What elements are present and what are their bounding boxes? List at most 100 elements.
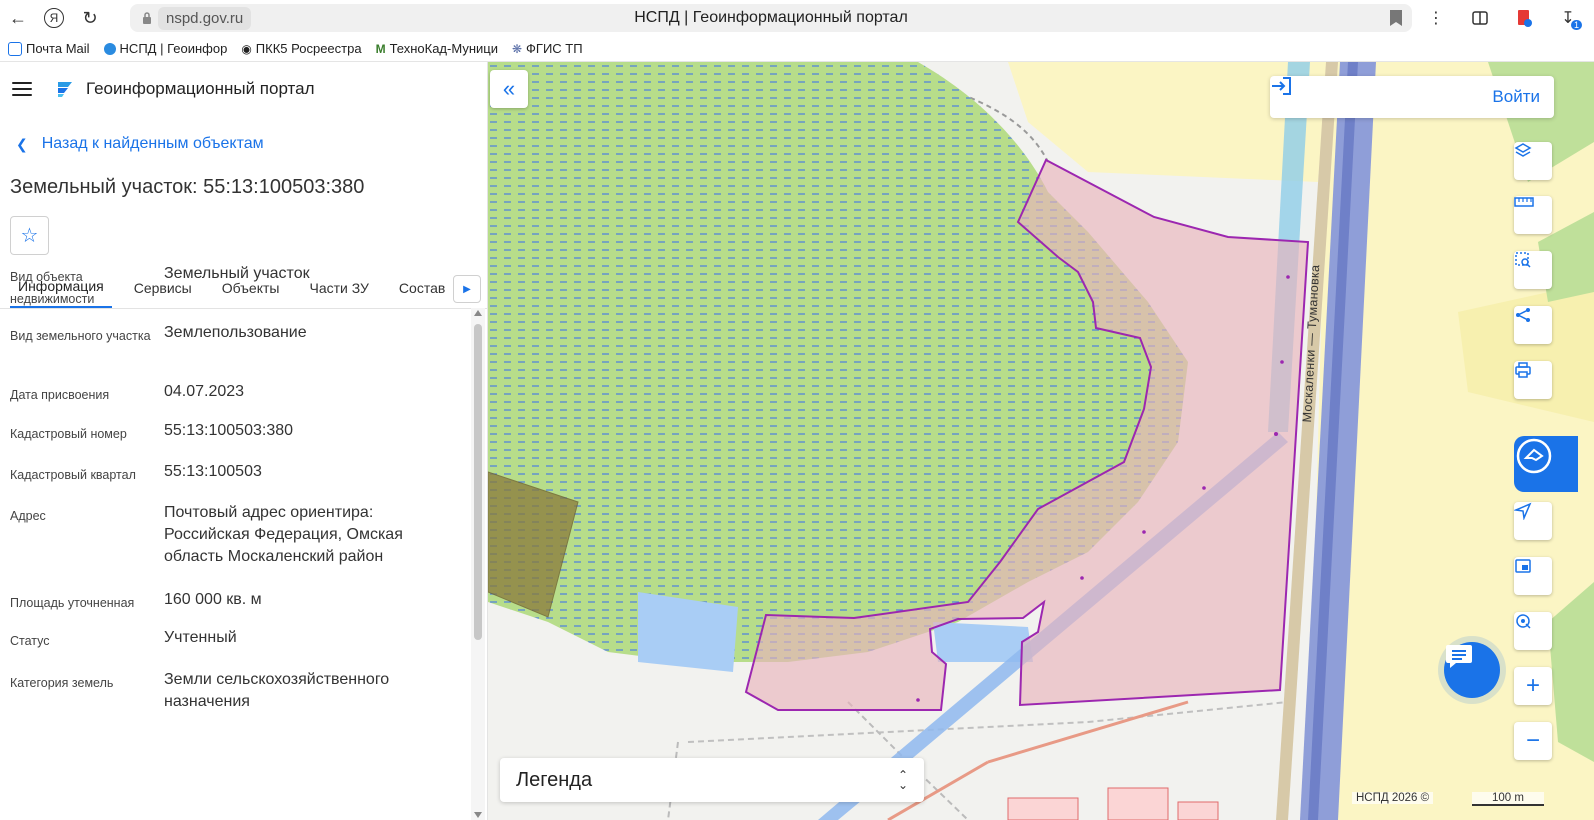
area-select-icon <box>1515 252 1531 268</box>
back-link-label: Назад к найденным объектам <box>41 135 264 152</box>
legend-panel[interactable]: Легенда ⌃ ⌄ <box>500 758 924 802</box>
chat-icon <box>1446 645 1472 668</box>
scroll-thumb[interactable] <box>474 324 482 640</box>
info-value: Земельный участок <box>164 265 310 282</box>
scroll-up-icon[interactable] <box>474 310 482 316</box>
lock-icon <box>136 4 158 32</box>
nspd-icon <box>103 42 116 55</box>
navigate-icon <box>1514 502 1532 520</box>
info-table: Вид объекта недвижимости Земельный участо… <box>0 262 470 718</box>
info-value: Землепользование <box>164 324 307 341</box>
info-key: Статус <box>10 634 50 648</box>
info-value: 160 000 кв. м <box>164 591 262 608</box>
info-value: Земли сельскохозяйственного назначения <box>164 671 390 710</box>
legend-title: Легенда <box>516 768 593 791</box>
info-key: Кадастровый квартал <box>10 468 136 482</box>
more-icon[interactable]: ⋮ <box>1418 0 1454 36</box>
share-button[interactable] <box>1514 306 1552 344</box>
page-title: НСПД | Геоинформационный портал <box>634 9 908 26</box>
back-arrow-icon[interactable]: ← <box>0 0 36 36</box>
panel-header: Геоинформационный портал <box>0 62 487 116</box>
bookmark-tehnokad[interactable]: M ТехноКад-Муници <box>376 41 498 56</box>
info-key: Вид земельного участка <box>10 329 151 343</box>
zoom-in-button[interactable]: + <box>1514 667 1552 705</box>
back-to-results-link[interactable]: ❮ Назад к найденным объектам <box>0 116 487 172</box>
info-row: Статус Учтенный <box>0 626 470 668</box>
portal-logo-icon <box>58 82 72 97</box>
url-text[interactable]: nspd.gov.ru <box>158 6 252 30</box>
info-row: Категория земель Земли сельскохозяйственн… <box>0 668 470 718</box>
info-scrollbar[interactable] <box>471 308 485 820</box>
browser-toolbar: ← Я ↻ nspd.gov.ru НСПД | Геоинформационн… <box>0 0 1594 36</box>
login-icon <box>1272 77 1291 95</box>
navigate-button[interactable] <box>1514 502 1552 540</box>
map-copyright: НСПД 2026 © <box>1352 792 1434 804</box>
bookmark-icon[interactable] <box>1390 10 1402 26</box>
info-row: Адрес Почтовый адрес ориентира: Российска… <box>0 501 470 588</box>
info-key: Вид объекта недвижимости <box>10 270 95 306</box>
bookmark-fgis-tp[interactable]: ❋ ФГИС ТП <box>512 41 583 56</box>
info-row: Кадастровый номер 55:13:100503:380 <box>0 419 470 460</box>
emblem-icon: ❋ <box>511 41 523 56</box>
info-key: Дата присвоения <box>10 388 110 402</box>
map-canvas[interactable]: Москаленки — Тумановка « Войти + − Леген… <box>488 62 1594 820</box>
layers-icon <box>1514 143 1532 157</box>
double-chevron-left-icon: « <box>502 76 516 101</box>
download-count-badge: 1 <box>1570 20 1582 30</box>
ruler-button[interactable] <box>1514 196 1552 234</box>
object-title: Земельный участок: 55:13:100503:380 <box>10 176 365 198</box>
info-row: Вид земельного участка Землепользование <box>0 321 470 380</box>
assistant-tab[interactable] <box>1514 436 1578 492</box>
assistant-icon <box>1516 438 1552 474</box>
zoom-out-icon: − <box>1525 727 1540 754</box>
chevron-left-icon: ❮ <box>16 135 28 152</box>
info-value: 55:13:100503 <box>164 463 262 480</box>
share-icon <box>1516 308 1530 322</box>
pin-icon: ◉ <box>241 41 252 56</box>
info-value: Учтенный <box>164 629 237 646</box>
scroll-down-icon[interactable] <box>474 812 482 818</box>
pdf-extension-icon[interactable] <box>1506 0 1542 36</box>
yandex-icon[interactable]: Я <box>36 0 72 36</box>
info-row: Дата присвоения 04.07.2023 <box>0 380 470 419</box>
info-value: 55:13:100503:380 <box>164 422 294 439</box>
chat-button[interactable] <box>1444 642 1500 698</box>
print-button[interactable] <box>1514 361 1552 399</box>
expand-collapse-icon[interactable]: ⌃ ⌄ <box>898 769 908 791</box>
layers-button[interactable] <box>1514 142 1552 180</box>
collapse-panel-button[interactable]: « <box>490 70 528 108</box>
map-layer <box>488 62 1594 820</box>
reload-icon[interactable]: ↻ <box>72 0 108 36</box>
info-key: Площадь уточненная <box>10 596 135 610</box>
bookmark-mail[interactable]: Почта Mail <box>8 41 90 56</box>
mail-icon <box>8 41 22 56</box>
info-value: Почтовый адрес ориентира: Российская Фед… <box>164 504 403 565</box>
info-key: Адрес <box>10 509 46 523</box>
star-icon: ☆ <box>20 225 39 247</box>
info-row: Вид объекта недвижимости Земельный участо… <box>0 262 470 321</box>
menu-icon[interactable] <box>12 82 32 96</box>
ruler-icon <box>1514 197 1534 207</box>
print-icon <box>1515 362 1531 378</box>
login-label: Войти <box>1492 87 1540 106</box>
info-key: Категория земель <box>10 676 114 690</box>
minimap-button[interactable] <box>1514 557 1552 595</box>
favorite-button[interactable]: ☆ <box>10 216 49 255</box>
geolocation-icon <box>1516 614 1531 629</box>
extensions-icon[interactable] <box>1462 0 1498 36</box>
bookmarks-bar: Почта Mail НСПД | Геоинфор ◉ ПКК5 Росреес… <box>0 36 1594 62</box>
zoom-out-button[interactable]: − <box>1514 722 1552 760</box>
downloads-icon[interactable]: ↧ 1 <box>1550 0 1586 36</box>
info-value: 04.07.2023 <box>164 383 245 400</box>
minimap-icon <box>1515 559 1531 573</box>
address-bar[interactable]: nspd.gov.ru НСПД | Геоинформационный пор… <box>130 4 1412 32</box>
login-button[interactable]: Войти <box>1270 76 1554 118</box>
bookmark-nspd[interactable]: НСПД | Геоинфор <box>103 41 227 56</box>
info-row: Площадь уточненная 160 000 кв. м <box>0 588 470 626</box>
geolocation-button[interactable] <box>1514 612 1552 650</box>
zoom-in-icon: + <box>1525 672 1540 699</box>
map-scale: 100 m <box>1472 792 1544 806</box>
bookmark-pkk5[interactable]: ◉ ПКК5 Росреестра <box>241 41 361 56</box>
info-row: Кадастровый квартал 55:13:100503 <box>0 460 470 501</box>
area-select-button[interactable] <box>1514 251 1552 289</box>
